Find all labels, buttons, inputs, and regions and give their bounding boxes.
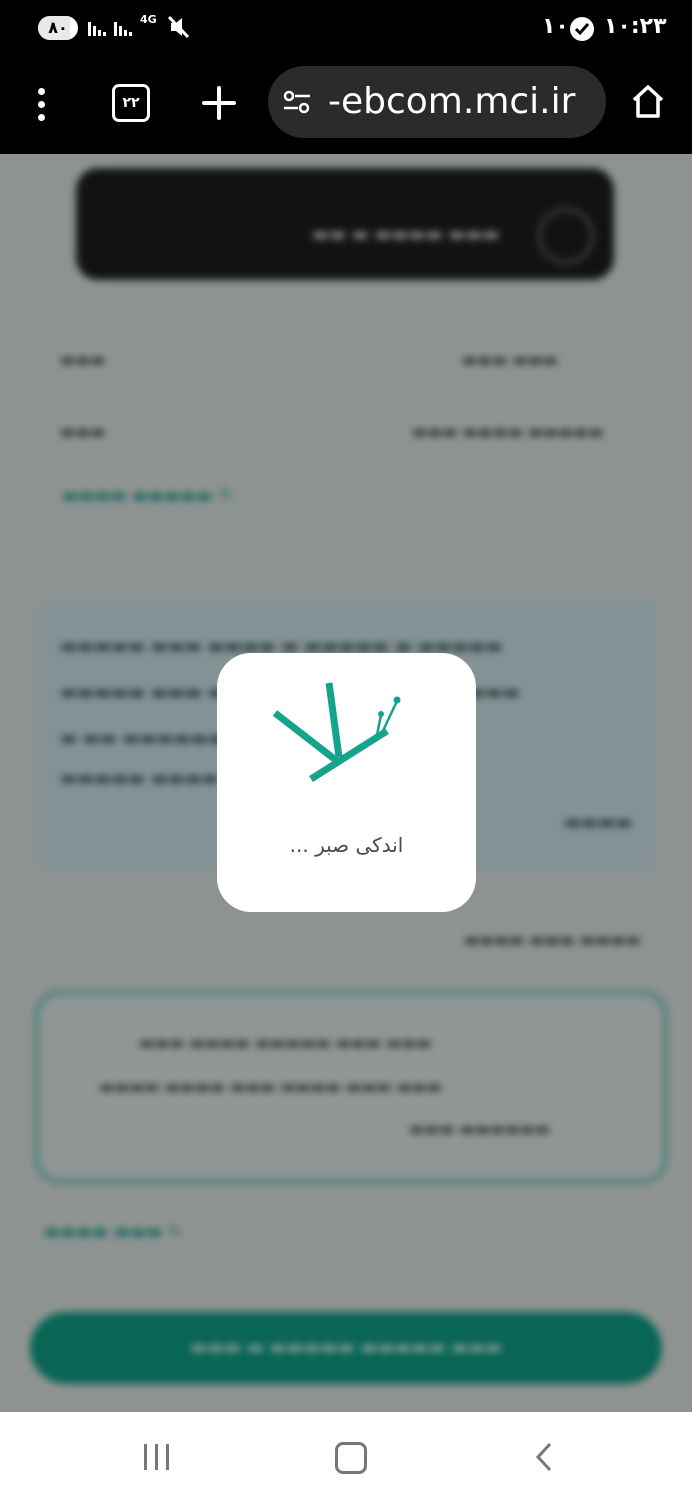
- check-shield-icon: [570, 17, 594, 41]
- back-icon[interactable]: [532, 1442, 556, 1472]
- brand-logo-icon: [271, 679, 421, 789]
- recent-apps-icon[interactable]: [142, 1444, 172, 1470]
- signal-icon: [88, 18, 110, 42]
- network-type: 4G: [140, 13, 157, 26]
- signal-icon: [114, 18, 136, 42]
- mute-icon: [167, 14, 190, 40]
- battery-indicator: ۸۰: [38, 16, 78, 40]
- more-vert-icon[interactable]: [32, 84, 52, 124]
- system-nav-bar: [0, 1412, 692, 1500]
- tab-switcher-button[interactable]: ۲۲: [112, 84, 150, 122]
- battery-level: ۸۰: [48, 18, 68, 37]
- nav-home-icon[interactable]: [335, 1442, 367, 1474]
- loading-dialog: اندکی صبر ...: [217, 653, 476, 912]
- tune-icon[interactable]: [282, 90, 312, 114]
- loading-message: اندکی صبر ...: [289, 833, 404, 857]
- clock: ۱۰:۲۳: [604, 14, 667, 39]
- notification-count: ۱۰: [542, 14, 569, 39]
- url-text[interactable]: -ebcom.mci.ir: [328, 78, 575, 126]
- home-icon[interactable]: [628, 82, 668, 122]
- plus-icon[interactable]: [200, 84, 238, 122]
- status-bar: ۸۰ 4G ۱۰ ۱۰:۲۳: [0, 0, 692, 56]
- address-bar[interactable]: -ebcom.mci.ir: [268, 66, 606, 138]
- browser-toolbar: ۲۲ -ebcom.mci.ir: [0, 56, 692, 154]
